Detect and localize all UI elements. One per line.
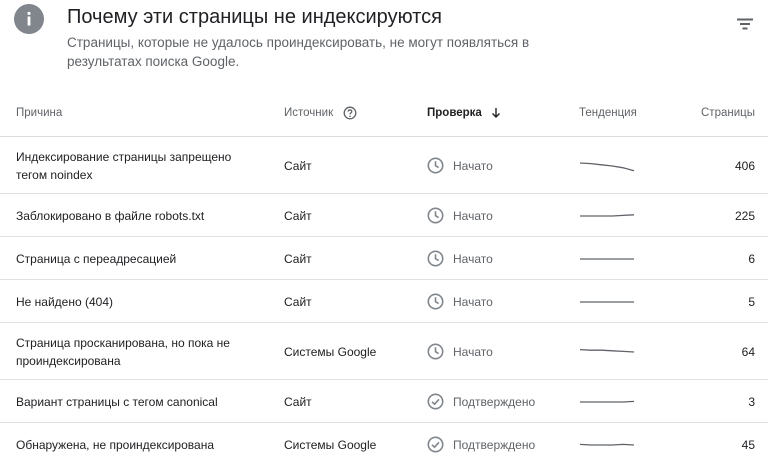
row-status-label: Подтверждено bbox=[453, 437, 536, 452]
row-trend-sparkline bbox=[579, 393, 635, 411]
clock-icon bbox=[427, 207, 444, 224]
row-status: Подтверждено bbox=[427, 393, 535, 411]
table-row[interactable]: Страница с переадресацией Сайт Начато 6 bbox=[0, 237, 768, 280]
column-header-reason[interactable]: Причина bbox=[16, 90, 62, 136]
row-trend-sparkline bbox=[579, 343, 635, 361]
row-status: Начато bbox=[427, 207, 493, 225]
row-pages-count: 64 bbox=[741, 344, 755, 359]
row-status-label: Начато bbox=[453, 251, 493, 266]
row-status: Подтверждено bbox=[427, 436, 535, 454]
page-title: Почему эти страницы не индексируются bbox=[67, 6, 442, 28]
row-status: Начато bbox=[427, 343, 493, 361]
row-status-label: Начато bbox=[453, 158, 493, 173]
row-trend-sparkline bbox=[579, 157, 635, 175]
panel-header: Почему эти страницы не индексируются Стр… bbox=[0, 0, 768, 90]
row-reason: Не найдено (404) bbox=[16, 294, 114, 309]
filter-icon bbox=[737, 18, 753, 30]
clock-icon bbox=[427, 157, 444, 174]
row-reason: Заблокировано в файле robots.txt bbox=[16, 208, 205, 223]
row-status-label: Начато bbox=[453, 294, 493, 309]
clock-icon bbox=[427, 293, 444, 310]
trend-line bbox=[579, 161, 635, 171]
help-icon[interactable] bbox=[343, 106, 357, 120]
row-pages-count: 3 bbox=[748, 394, 755, 409]
filter-button[interactable] bbox=[729, 10, 761, 38]
table-row[interactable]: Обнаружена, не проиндексирована Системы G… bbox=[0, 423, 768, 465]
column-header-source[interactable]: Источник bbox=[284, 90, 357, 136]
clock-icon bbox=[427, 250, 444, 267]
table-row[interactable]: Страница просканирована, но пока не прои… bbox=[0, 323, 768, 380]
table-row[interactable]: Заблокировано в файле robots.txt Сайт Нача… bbox=[0, 194, 768, 237]
column-header-trend[interactable]: Тенденция bbox=[579, 90, 637, 136]
trend-line bbox=[579, 443, 635, 446]
row-pages-count: 225 bbox=[734, 208, 755, 223]
row-source: Сайт bbox=[284, 158, 312, 173]
row-pages-count: 45 bbox=[741, 437, 755, 452]
table-row[interactable]: Индексирование страницы запрещено тегом … bbox=[0, 137, 768, 194]
info-icon bbox=[14, 4, 44, 34]
row-status: Начато bbox=[427, 293, 493, 311]
check-circle-icon bbox=[427, 393, 444, 410]
table-row[interactable]: Не найдено (404) Сайт Начато 5 bbox=[0, 280, 768, 323]
row-source: Сайт bbox=[284, 294, 312, 309]
trend-line bbox=[579, 348, 635, 353]
row-reason: Страница с переадресацией bbox=[16, 251, 177, 266]
row-source: Сайт bbox=[284, 208, 312, 223]
row-pages-count: 6 bbox=[748, 251, 755, 266]
row-trend-sparkline bbox=[579, 207, 635, 225]
clock-icon bbox=[427, 343, 444, 360]
check-circle-icon bbox=[427, 436, 444, 453]
row-status: Начато bbox=[427, 157, 493, 175]
row-pages-count: 406 bbox=[734, 158, 755, 173]
trend-line bbox=[580, 213, 635, 217]
row-status-label: Подтверждено bbox=[453, 394, 536, 409]
row-source: Системы Google bbox=[284, 344, 377, 359]
table-row[interactable]: Вариант страницы с тегом canonical Сайт По… bbox=[0, 380, 768, 423]
row-status: Начато bbox=[427, 250, 493, 268]
row-status-label: Начато bbox=[453, 344, 493, 359]
row-source: Сайт bbox=[284, 394, 312, 409]
page-subtitle: Страницы, которые не удалось проиндексир… bbox=[67, 35, 530, 69]
row-reason: Обнаружена, не проиндексирована bbox=[16, 437, 214, 452]
row-reason: Индексирование страницы запрещено тегом … bbox=[16, 149, 232, 182]
row-reason: Вариант страницы с тегом canonical bbox=[16, 394, 218, 409]
column-header-check[interactable]: Проверка bbox=[427, 90, 501, 136]
trend-line bbox=[580, 400, 635, 403]
row-source: Системы Google bbox=[284, 437, 377, 452]
row-trend-sparkline bbox=[579, 250, 635, 268]
row-trend-sparkline bbox=[579, 436, 635, 454]
row-status-label: Начато bbox=[453, 208, 493, 223]
column-header-pages[interactable]: Страницы bbox=[701, 90, 755, 136]
row-pages-count: 5 bbox=[748, 294, 755, 309]
arrow-down-icon bbox=[491, 108, 500, 118]
row-reason: Страница просканирована, но пока не прои… bbox=[16, 335, 230, 368]
row-trend-sparkline bbox=[579, 293, 635, 311]
row-source: Сайт bbox=[284, 251, 312, 266]
